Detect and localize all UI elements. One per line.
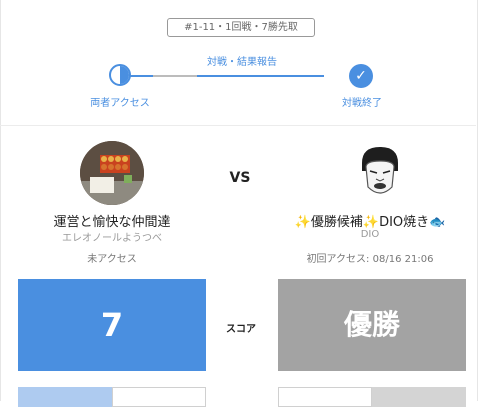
sparkle-icon: ✨ [362,215,380,230]
food-photo-icon [80,141,144,205]
fish-icon: 🐟 [429,215,446,230]
left-action-button-secondary[interactable] [112,387,206,407]
player-left-name: 運営と愉快な仲間達 [53,215,171,230]
section-divider [0,125,476,126]
vs-label: VS [229,170,251,186]
progress-line-inactive [153,75,197,77]
player-left-status: 未アクセス [87,254,137,265]
step-title-report[interactable]: 対戦・結果報告 [162,53,322,68]
right-action-button-primary[interactable] [372,387,466,407]
sparkle-icon: ✨ [294,215,311,230]
sketch-face-icon [348,141,412,205]
right-action-button-secondary[interactable] [278,387,372,407]
avatar-left[interactable] [80,141,144,205]
score-label: スコア [226,324,256,335]
half-circle-icon [109,64,131,86]
score-box-right: 優勝 [278,279,466,371]
check-circle-icon: ✓ [349,64,373,88]
player-right-subname: DIO [360,229,380,240]
left-action-button-primary[interactable] [18,387,112,407]
player-right-status: 初回アクセス: 08/16 21:06 [306,254,434,265]
player-right-name-main: 優勝候補 [310,215,363,230]
player-right-name: ✨優勝候補✨DIO焼き🐟 [275,211,465,230]
avatar-right[interactable] [348,141,412,205]
round-badge: #1-11・1回戦・7勝先取 [167,18,315,37]
player-left-subname: エレオノールようつべ [62,233,162,244]
player-right-name-tail: DIO焼き [379,215,430,230]
score-box-left: 7 [18,279,206,371]
step-label-access: 両者アクセス [90,98,150,109]
step-label-finished: 対戦終了 [342,98,382,109]
